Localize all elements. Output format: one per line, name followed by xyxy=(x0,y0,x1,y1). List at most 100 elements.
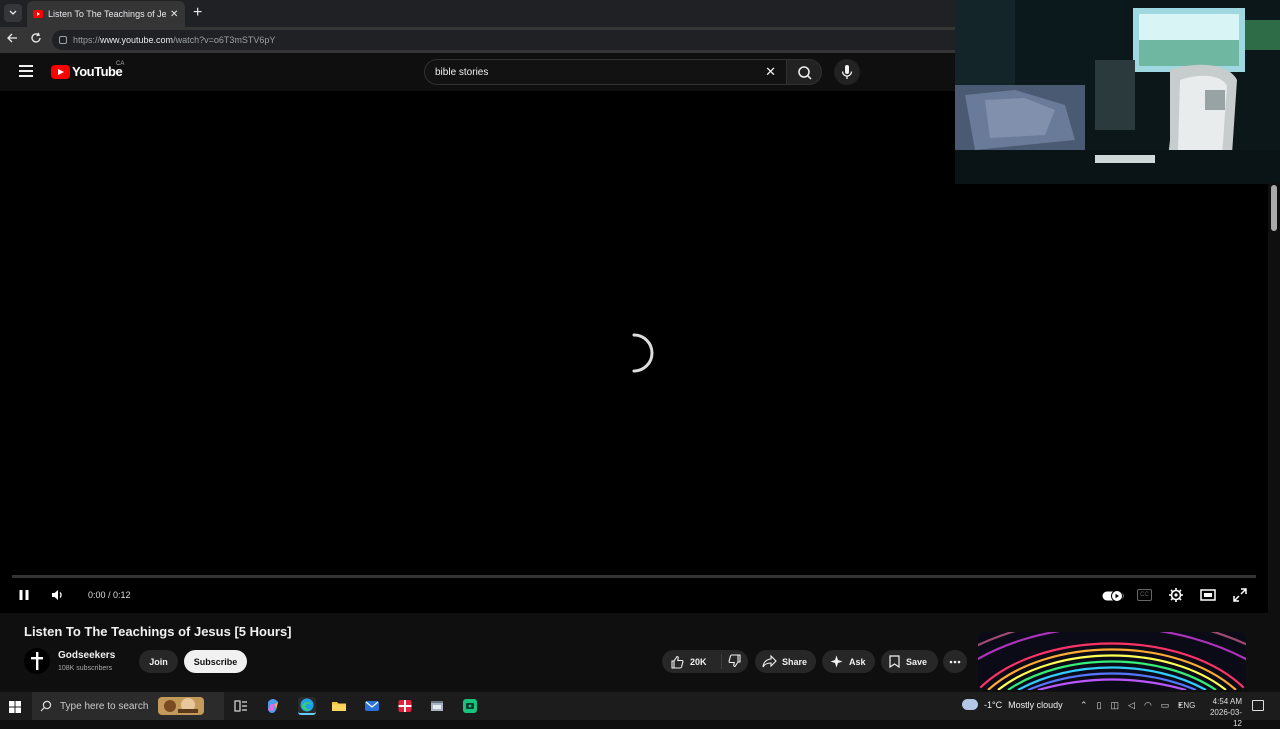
reload-button[interactable] xyxy=(30,32,46,48)
clock-date: 2026-03-12 xyxy=(1209,708,1242,728)
browser-tab-active[interactable]: Listen To The Teachings of Jesus [5 ✕ xyxy=(27,1,185,27)
microphone-icon xyxy=(841,65,853,79)
volume-icon[interactable]: ◁ xyxy=(1128,700,1135,711)
search-icon xyxy=(40,700,52,712)
clock[interactable]: 4:54 AM 2026-03-12 xyxy=(1202,696,1242,729)
search-icon xyxy=(798,66,812,80)
folder-icon xyxy=(332,702,346,711)
windows-logo-icon xyxy=(9,701,21,713)
save-label: Save xyxy=(906,656,928,667)
obs-app-icon[interactable] xyxy=(462,698,478,714)
more-horizontal-icon xyxy=(949,660,961,663)
fullscreen-icon xyxy=(1233,588,1247,602)
thumbs-up-icon xyxy=(671,655,684,669)
language-indicator[interactable]: ENG xyxy=(1178,701,1195,710)
app-taskbar-icon[interactable] xyxy=(429,698,445,714)
url-text: https://www.youtube.com/watch?v=o6T3mSTV… xyxy=(73,35,276,45)
pause-button[interactable] xyxy=(16,587,32,603)
pause-icon xyxy=(19,590,29,600)
time-display: 0:00 / 0:12 xyxy=(88,590,131,600)
rainbow-waves-graphic xyxy=(978,632,1246,690)
progress-bar[interactable] xyxy=(12,575,1256,578)
theater-mode-button[interactable] xyxy=(1200,588,1216,602)
taskbar-search-box[interactable]: Type here to search xyxy=(32,692,224,720)
arrow-left-icon xyxy=(7,33,17,43)
network-icon[interactable]: ◫ xyxy=(1111,700,1120,711)
tab-title: Listen To The Teachings of Jesus [5 xyxy=(48,9,166,19)
windows-start-button[interactable] xyxy=(9,700,21,713)
youtube-favicon-icon xyxy=(33,10,43,18)
edge-browser-taskbar-button[interactable] xyxy=(298,697,316,715)
chevron-up-icon[interactable]: ⌃ xyxy=(1080,700,1088,711)
fullscreen-button[interactable] xyxy=(1232,587,1248,603)
volume-button[interactable] xyxy=(49,587,65,603)
voice-search-button[interactable] xyxy=(834,59,860,85)
join-button[interactable]: Join xyxy=(139,650,178,673)
ask-button[interactable]: Ask xyxy=(822,650,875,673)
display-icon[interactable]: ▭ xyxy=(1161,700,1170,711)
chevron-down-icon xyxy=(9,10,17,15)
search-query: bible stories xyxy=(435,66,489,78)
promo-banner[interactable] xyxy=(978,632,1246,690)
weather-condition: Mostly cloudy xyxy=(1008,699,1063,710)
system-tray: ⌃ ▯ ◫ ◁ ◠ ▭ • xyxy=(1080,700,1181,711)
notification-center-icon[interactable] xyxy=(1252,700,1264,711)
search-button[interactable] xyxy=(786,59,822,85)
gift-icon xyxy=(398,700,412,712)
copilot-icon[interactable] xyxy=(265,698,281,714)
like-dislike-group: 20K xyxy=(662,650,748,673)
subscribe-button[interactable]: Subscribe xyxy=(184,650,247,673)
channel-avatar[interactable] xyxy=(24,648,50,674)
tab-list-button[interactable] xyxy=(4,4,22,22)
mail-app-icon[interactable] xyxy=(364,698,380,714)
task-view-icon[interactable] xyxy=(233,698,249,714)
file-explorer-icon[interactable] xyxy=(331,698,347,714)
webcam-overlay xyxy=(955,0,1280,184)
clock-time: 4:54 AM xyxy=(1212,697,1242,706)
like-button[interactable]: 20K xyxy=(662,654,722,669)
dislike-button[interactable] xyxy=(722,653,742,670)
edge-icon xyxy=(300,698,314,712)
loading-spinner-icon xyxy=(632,333,654,373)
autoplay-toggle[interactable] xyxy=(1102,589,1124,602)
scrollbar-thumb[interactable] xyxy=(1271,185,1277,231)
region-code: CA xyxy=(116,61,125,67)
weather-widget[interactable]: -1°C Mostly cloudy xyxy=(962,699,1063,710)
mail-icon xyxy=(365,701,379,711)
gift-app-icon[interactable] xyxy=(397,698,413,714)
copilot-glyph-icon xyxy=(268,699,278,713)
task-view-glyph-icon xyxy=(234,700,247,712)
webcam-room-image xyxy=(955,0,1280,184)
hamburger-menu-icon[interactable] xyxy=(19,65,33,77)
share-button[interactable]: Share xyxy=(755,650,816,673)
settings-button[interactable] xyxy=(1168,587,1184,603)
video-title: Listen To The Teachings of Jesus [5 Hour… xyxy=(24,624,292,639)
search-input[interactable]: bible stories ✕ xyxy=(424,59,786,85)
site-info-icon[interactable] xyxy=(59,36,67,44)
device-icon[interactable]: ▯ xyxy=(1097,700,1102,711)
page-scrollbar[interactable] xyxy=(1268,183,1280,691)
channel-name[interactable]: Godseekers xyxy=(58,650,115,661)
volume-icon xyxy=(52,590,62,600)
like-count: 20K xyxy=(690,656,707,667)
subscriber-count: 108K subscribers xyxy=(58,665,113,672)
recording-app-icon xyxy=(463,699,477,713)
youtube-logo[interactable]: YouTube CA xyxy=(51,61,125,79)
more-actions-button[interactable] xyxy=(943,650,967,673)
save-button[interactable]: Save xyxy=(881,650,938,673)
youtube-play-icon xyxy=(51,64,70,79)
new-tab-button[interactable]: + xyxy=(193,4,202,22)
share-label: Share xyxy=(782,656,808,667)
window-app-icon xyxy=(431,701,443,711)
thumbs-down-icon xyxy=(728,653,741,667)
temperature: -1°C xyxy=(984,699,1003,710)
subtitles-button[interactable]: CC xyxy=(1137,589,1152,601)
back-button[interactable] xyxy=(6,32,22,48)
clear-search-icon[interactable]: ✕ xyxy=(765,64,776,80)
windows-taskbar: Type here to search -1°C Mostly cloudy ⌃… xyxy=(0,692,1280,728)
tab-close-icon[interactable]: ✕ xyxy=(170,9,178,20)
theater-mode-icon xyxy=(1200,589,1216,601)
address-bar[interactable]: https://www.youtube.com/watch?v=o6T3mSTV… xyxy=(52,30,982,50)
wifi-icon[interactable]: ◠ xyxy=(1144,700,1152,711)
reload-icon xyxy=(31,32,41,43)
